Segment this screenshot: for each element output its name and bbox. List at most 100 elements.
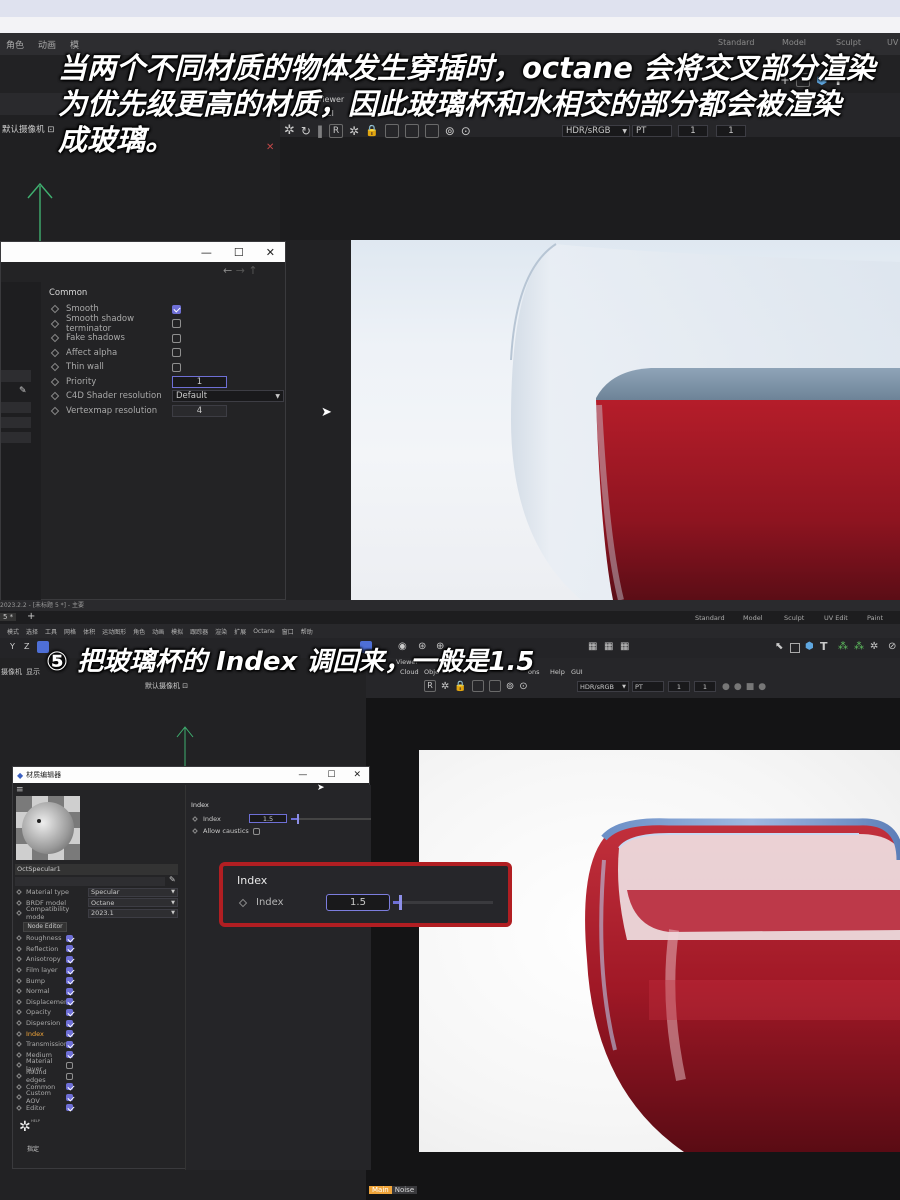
keyframe-diamond-icon[interactable] <box>50 305 60 314</box>
keyframe-diamond-icon[interactable] <box>16 1030 22 1037</box>
clapper-icon[interactable]: ▦ <box>588 641 597 652</box>
zoom-index-value-field[interactable]: 1.5 <box>326 894 390 911</box>
keyframe-diamond-icon[interactable] <box>50 406 60 415</box>
channel-row[interactable]: Roughness <box>15 933 95 944</box>
keyframe-diamond-icon[interactable] <box>50 377 60 386</box>
menu-item[interactable]: 模 <box>70 38 79 51</box>
keyframe-diamond-icon[interactable] <box>16 1041 22 1048</box>
layout-tab-uv[interactable]: UV <box>887 38 898 47</box>
maximize-icon[interactable]: ☐ <box>234 246 244 259</box>
menu-item[interactable]: 窗口 <box>282 627 294 636</box>
status-noise-tab[interactable]: Noise <box>391 1186 418 1194</box>
keyframe-diamond-icon[interactable] <box>16 1094 22 1101</box>
shader-res-select[interactable]: Default ▼ <box>172 390 284 403</box>
menu-item[interactable]: 模式 <box>7 627 19 636</box>
view-menu-camera[interactable]: 摄像机 <box>1 667 22 677</box>
pen-icon[interactable]: ✎ <box>19 386 27 396</box>
assign-button[interactable]: 指定 <box>27 1144 39 1153</box>
channel-row[interactable]: Displacement <box>15 997 95 1008</box>
keyframe-diamond-icon[interactable] <box>16 935 22 942</box>
channel-checkbox[interactable] <box>66 977 73 985</box>
material-name-field[interactable]: OctSpecular1 <box>15 864 178 875</box>
keyframe-diamond-icon[interactable] <box>16 946 22 952</box>
layout-tab-sculpt[interactable]: Sculpt <box>836 38 861 47</box>
channel-checkbox[interactable] <box>66 934 73 942</box>
menu-item[interactable]: 工具 <box>45 627 57 636</box>
view-menu-display[interactable]: 显示 <box>26 667 40 677</box>
help-menu[interactable]: Help <box>550 668 565 676</box>
layout-tab-sculpt[interactable]: Sculpt <box>784 614 804 622</box>
menu-item[interactable]: 动画 <box>38 38 56 51</box>
menu-item[interactable]: 运动图形 <box>102 627 126 636</box>
dot-icon[interactable]: ● <box>722 682 730 692</box>
node-editor-button[interactable]: Node Editor <box>23 922 67 932</box>
menu-item[interactable]: 选择 <box>26 627 38 636</box>
cube-icon[interactable]: ⬢ <box>805 641 814 652</box>
save-icon[interactable] <box>488 680 501 692</box>
add-icon[interactable] <box>471 680 484 692</box>
keyframe-diamond-icon[interactable] <box>50 319 60 328</box>
minimize-icon[interactable]: — <box>298 770 307 780</box>
channel-checkbox[interactable] <box>66 1030 73 1038</box>
vertexmap-field[interactable]: 4 <box>172 404 227 417</box>
menu-item[interactable]: Octane <box>253 628 275 635</box>
cloner-icon[interactable]: ⁂ <box>838 641 848 652</box>
index-slider[interactable] <box>291 813 371 824</box>
channel-checkbox[interactable] <box>66 1051 73 1059</box>
keyframe-diamond-icon[interactable] <box>16 1009 22 1016</box>
option-checkbox[interactable] <box>172 348 181 358</box>
menu-item[interactable]: 角色 <box>133 627 145 636</box>
menu-item[interactable]: 体积 <box>83 627 95 636</box>
channel-checkbox[interactable] <box>66 987 73 995</box>
clapper3-icon[interactable]: ▦ <box>620 641 629 652</box>
option-checkbox[interactable] <box>172 304 181 314</box>
kernel-select[interactable]: PT <box>632 681 664 692</box>
keyframe-diamond-icon[interactable] <box>16 956 22 963</box>
menu-item[interactable]: 渲染 <box>215 627 227 636</box>
keyframe-diamond-icon[interactable] <box>16 999 22 1005</box>
gear-icon[interactable]: ✲ <box>441 681 449 692</box>
hamburger-menu-icon[interactable]: ≡ <box>16 785 24 795</box>
lock-icon[interactable]: 🔒 <box>454 681 466 692</box>
channel-checkbox[interactable] <box>66 966 73 974</box>
index-slider-knob[interactable] <box>297 813 300 824</box>
effector-icon[interactable]: ⁂ <box>854 641 864 652</box>
axis-z-button[interactable]: Z <box>24 642 29 651</box>
menu-item[interactable]: 跟踪器 <box>190 627 208 636</box>
channel-checkbox[interactable] <box>66 1093 73 1101</box>
layout-tab-standard[interactable]: Standard <box>695 614 725 622</box>
material-subfield[interactable] <box>15 877 165 886</box>
keyframe-diamond-icon[interactable] <box>238 898 248 907</box>
keyframe-diamond-icon[interactable] <box>16 1104 22 1111</box>
keyframe-diamond-icon[interactable] <box>50 334 60 343</box>
back-arrow-icon[interactable]: ← → ↑ <box>223 264 258 277</box>
option-checkbox[interactable] <box>172 319 181 329</box>
minimize-icon[interactable]: — <box>201 246 212 259</box>
channel-row[interactable]: Dispersion <box>15 1018 95 1029</box>
prop-select[interactable]: Octane ▼ <box>88 898 178 908</box>
menu-item[interactable]: 模拟 <box>171 627 183 636</box>
allow-caustics-checkbox[interactable] <box>252 827 260 835</box>
layout-tab-standard[interactable]: Standard <box>718 38 754 47</box>
menu-item[interactable]: 动画 <box>152 627 164 636</box>
keyframe-diamond-icon[interactable] <box>16 889 22 896</box>
status-main-tab[interactable]: Main <box>369 1186 392 1194</box>
num-field-2[interactable]: 1 <box>694 681 716 692</box>
cube-outline-icon[interactable] <box>790 643 800 653</box>
help-label[interactable]: HELP <box>31 1119 40 1123</box>
text-icon[interactable]: T <box>820 640 828 653</box>
keyframe-diamond-icon[interactable] <box>50 363 60 372</box>
sun-icon[interactable]: ✲ <box>870 641 878 652</box>
keyframe-diamond-icon[interactable] <box>16 988 22 995</box>
keyframe-diamond-icon[interactable] <box>50 348 60 357</box>
channel-row[interactable]: Anisotropy <box>15 954 95 965</box>
channel-checkbox[interactable] <box>66 955 73 963</box>
layout-tab-paint[interactable]: Paint <box>867 614 883 622</box>
layout-tab-model[interactable]: Model <box>743 614 763 622</box>
channel-row[interactable]: Custom AOV <box>15 1089 95 1105</box>
r-button[interactable]: R <box>424 680 436 692</box>
document-tab[interactable]: 5 * <box>0 613 17 621</box>
option-checkbox[interactable] <box>172 333 181 343</box>
channel-row[interactable]: Bump <box>15 975 95 986</box>
num-field-1[interactable]: 1 <box>668 681 690 692</box>
